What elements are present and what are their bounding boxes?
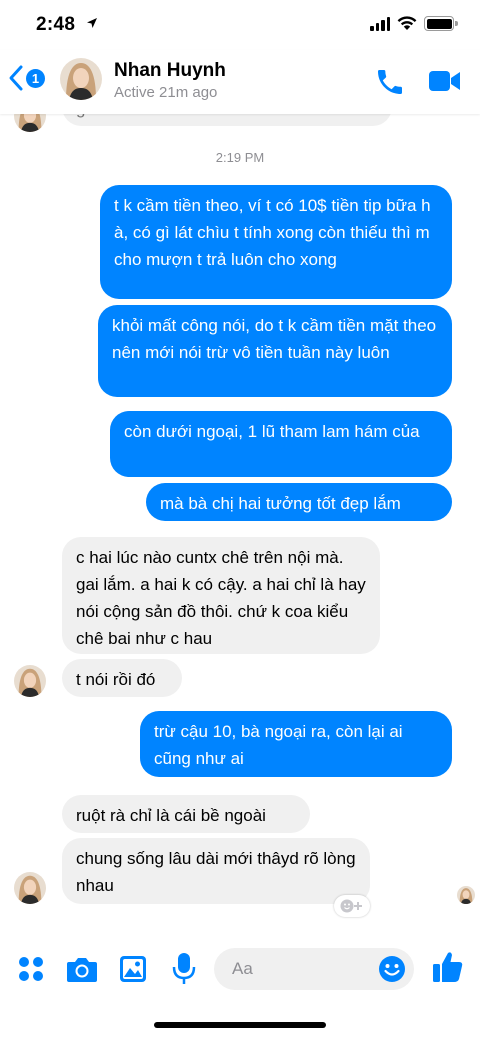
seen-receipt-avatar (457, 886, 475, 904)
outgoing-message[interactable]: khỏi mất công nói, do t k cầm tiền mặt t… (98, 305, 452, 397)
active-status: Active 21m ago (114, 84, 218, 101)
conversation-header: 1 Nhan Huynh Active 21m ago (0, 50, 480, 114)
outgoing-message[interactable]: mà bà chị hai tưởng tốt đẹp lắm (146, 483, 452, 521)
outgoing-message[interactable]: trừ cậu 10, bà ngoại ra, còn lại ai cũng… (140, 711, 452, 777)
outgoing-message[interactable]: còn dưới ngoại, 1 lũ tham lam hám của (110, 411, 452, 477)
wifi-icon (397, 16, 417, 30)
video-camera-icon[interactable] (428, 68, 462, 94)
battery-icon (424, 16, 458, 31)
gallery-icon[interactable] (119, 955, 147, 983)
back-button[interactable]: 1 (8, 64, 45, 92)
outgoing-message[interactable]: t k cầm tiền theo, ví t có 10$ tiền tip … (100, 185, 452, 299)
apps-grid-icon[interactable] (18, 956, 44, 982)
message-input-placeholder: Aa (232, 959, 253, 978)
microphone-icon[interactable] (172, 952, 196, 986)
status-bar: 2:48 (0, 0, 480, 50)
unread-badge: 1 (26, 68, 45, 88)
message-composer: Aa (0, 940, 480, 1000)
contact-avatar[interactable] (60, 58, 102, 100)
home-indicator (154, 1022, 326, 1028)
status-time: 2:48 (36, 14, 76, 35)
sender-avatar (14, 665, 46, 697)
incoming-message[interactable]: chung sống lâu dài mới thâyd rõ lòng nha… (62, 838, 370, 904)
back-chevron-icon (9, 65, 23, 91)
add-reaction-icon (340, 899, 362, 913)
incoming-message[interactable]: ruột rà chỉ là cái bề ngoài (62, 795, 310, 833)
message-timestamp: 2:19 PM (215, 150, 265, 165)
camera-icon[interactable] (66, 955, 98, 983)
sender-avatar (14, 872, 46, 904)
emoji-icon[interactable] (378, 955, 406, 983)
incoming-message[interactable]: t nói rồi đó (62, 659, 182, 697)
incoming-message[interactable]: c hai lúc nào cuntx chê trên nội mà. gai… (62, 537, 380, 654)
cellular-signal-icon (370, 17, 390, 31)
message-input[interactable]: Aa (214, 948, 414, 990)
add-reaction-button[interactable] (334, 895, 370, 917)
location-arrow-icon (87, 18, 97, 28)
contact-name[interactable]: Nhan Huynh (114, 60, 226, 82)
thumbs-up-icon[interactable] (432, 950, 464, 984)
phone-icon[interactable] (374, 66, 406, 98)
